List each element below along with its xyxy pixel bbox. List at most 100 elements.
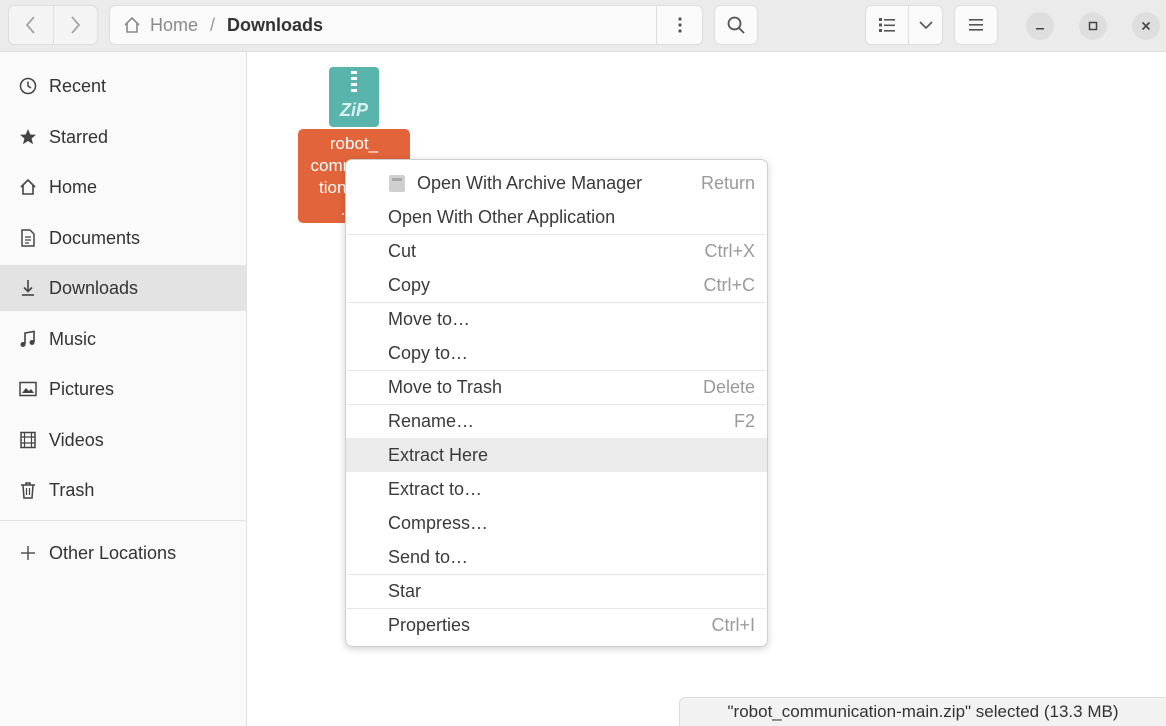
menu-item-cut[interactable]: Cut Ctrl+X: [346, 234, 767, 268]
menu-item-properties[interactable]: Properties Ctrl+I: [346, 608, 767, 642]
menu-item-label: Copy to…: [388, 342, 469, 363]
sidebar-item-label: Documents: [49, 227, 141, 248]
menu-item-move-to[interactable]: Move to…: [346, 302, 767, 336]
menu-item-label: Rename…: [388, 410, 475, 431]
breadcrumb-home[interactable]: Home: [122, 15, 198, 36]
view-options-button[interactable]: [908, 5, 943, 45]
menu-item-accel: F2: [733, 410, 755, 431]
clock-icon: [17, 75, 39, 97]
breadcrumb-current[interactable]: Downloads: [227, 15, 323, 36]
menu-item-label: Properties: [388, 614, 471, 635]
search-icon: [727, 16, 745, 34]
menu-item-open-other-application[interactable]: Open With Other Application: [346, 200, 767, 234]
trash-icon: [17, 479, 39, 501]
video-icon: [17, 429, 39, 451]
chevron-down-icon: [918, 21, 933, 30]
zip-file-icon[interactable]: ZiP: [329, 67, 379, 127]
picture-icon: [17, 378, 39, 400]
plus-icon: [17, 542, 39, 564]
breadcrumb-home-label: Home: [150, 14, 199, 35]
menu-item-label: Extract to…: [388, 478, 483, 499]
sidebar-item-label: Pictures: [49, 378, 115, 399]
maximize-button[interactable]: [1079, 12, 1107, 40]
search-button[interactable]: [714, 5, 758, 45]
sidebar-item-videos[interactable]: Videos: [0, 417, 246, 463]
sidebar-item-home[interactable]: Home: [0, 164, 246, 210]
breadcrumb-separator: /: [210, 14, 216, 35]
menu-item-label: Copy: [388, 274, 431, 295]
menu-item-compress[interactable]: Compress…: [346, 506, 767, 540]
menu-item-open-archive-manager[interactable]: Open With Archive Manager Return: [346, 166, 767, 200]
sidebar-divider: [0, 520, 246, 521]
sidebar-item-downloads[interactable]: Downloads: [0, 265, 246, 311]
chevron-right-icon: [71, 16, 81, 34]
path-menu-button[interactable]: [656, 6, 702, 44]
menu-item-extract-to[interactable]: Extract to…: [346, 472, 767, 506]
menu-item-label: Cut: [388, 240, 417, 261]
minimize-button[interactable]: [1026, 12, 1054, 40]
menu-item-label: Extract Here: [388, 444, 489, 465]
menu-item-move-to-trash[interactable]: Move to Trash Delete: [346, 370, 767, 404]
menu-item-label: Move to…: [388, 308, 471, 329]
main-menu-button[interactable]: [954, 5, 998, 45]
vertical-dots-icon: [677, 17, 682, 33]
menu-item-copy-to[interactable]: Copy to…: [346, 336, 767, 370]
menu-item-accel: Ctrl+X: [704, 240, 755, 261]
download-icon: [17, 277, 39, 299]
sidebar-item-label: Downloads: [49, 277, 139, 298]
sidebar-item-recent[interactable]: Recent: [0, 63, 246, 109]
nav-buttons: [8, 5, 98, 45]
music-icon: [17, 328, 39, 350]
view-list-button[interactable]: [865, 5, 909, 45]
chevron-left-icon: [25, 16, 35, 34]
path-bar: Home / Downloads: [109, 5, 703, 45]
context-menu: Open With Archive Manager Return Open Wi…: [345, 159, 768, 647]
back-button[interactable]: [9, 6, 53, 44]
sidebar-item-label: Videos: [49, 429, 104, 450]
sidebar-item-starred[interactable]: Starred: [0, 114, 246, 160]
sidebar: Recent Starred Home Documents Downloads …: [0, 52, 247, 726]
star-icon: [17, 126, 39, 148]
sidebar-item-label: Trash: [49, 479, 95, 500]
menu-item-star[interactable]: Star: [346, 574, 767, 608]
sidebar-item-documents[interactable]: Documents: [0, 215, 246, 261]
sidebar-item-label: Starred: [49, 126, 109, 147]
menu-item-copy[interactable]: Copy Ctrl+C: [346, 268, 767, 302]
sidebar-item-label: Other Locations: [49, 542, 177, 563]
menu-item-label: Move to Trash: [388, 376, 503, 397]
forward-button[interactable]: [52, 6, 98, 44]
zip-icon-label: ZiP: [339, 100, 368, 120]
selection-status: "robot_communication-main.zip" selected …: [679, 697, 1166, 726]
home-icon: [124, 16, 140, 33]
menu-item-extract-here[interactable]: Extract Here: [346, 438, 767, 472]
sidebar-item-pictures[interactable]: Pictures: [0, 366, 246, 412]
minimize-icon: [1036, 28, 1044, 30]
menu-item-label: Send to…: [388, 546, 469, 567]
sidebar-item-label: Home: [49, 176, 98, 197]
sidebar-item-music[interactable]: Music: [0, 316, 246, 362]
menu-item-send-to[interactable]: Send to…: [346, 540, 767, 574]
home-icon: [17, 176, 39, 198]
menu-item-accel: Return: [700, 172, 755, 193]
hamburger-menu-icon: [969, 19, 983, 31]
document-icon: [17, 227, 39, 249]
zipper-icon: [351, 71, 357, 95]
menu-item-rename[interactable]: Rename… F2: [346, 404, 767, 438]
menu-item-label: Star: [388, 580, 422, 601]
close-icon: [1141, 21, 1151, 31]
menu-item-label: Compress…: [388, 512, 489, 533]
maximize-icon: [1088, 21, 1098, 31]
archive-manager-icon: [389, 175, 405, 192]
sidebar-item-trash[interactable]: Trash: [0, 467, 246, 513]
sidebar-item-label: Recent: [49, 75, 107, 96]
list-view-icon: [879, 18, 895, 32]
close-button[interactable]: [1132, 12, 1160, 40]
sidebar-item-label: Music: [49, 328, 97, 349]
header-bar: Home / Downloads: [0, 0, 1166, 52]
menu-item-accel: Delete: [702, 376, 755, 397]
menu-item-accel: Ctrl+C: [703, 274, 755, 295]
sidebar-item-other-locations[interactable]: Other Locations: [0, 530, 246, 576]
menu-item-accel: Ctrl+I: [711, 614, 755, 635]
menu-item-label: Open With Archive Manager: [417, 172, 643, 193]
menu-item-label: Open With Other Application: [388, 206, 616, 227]
